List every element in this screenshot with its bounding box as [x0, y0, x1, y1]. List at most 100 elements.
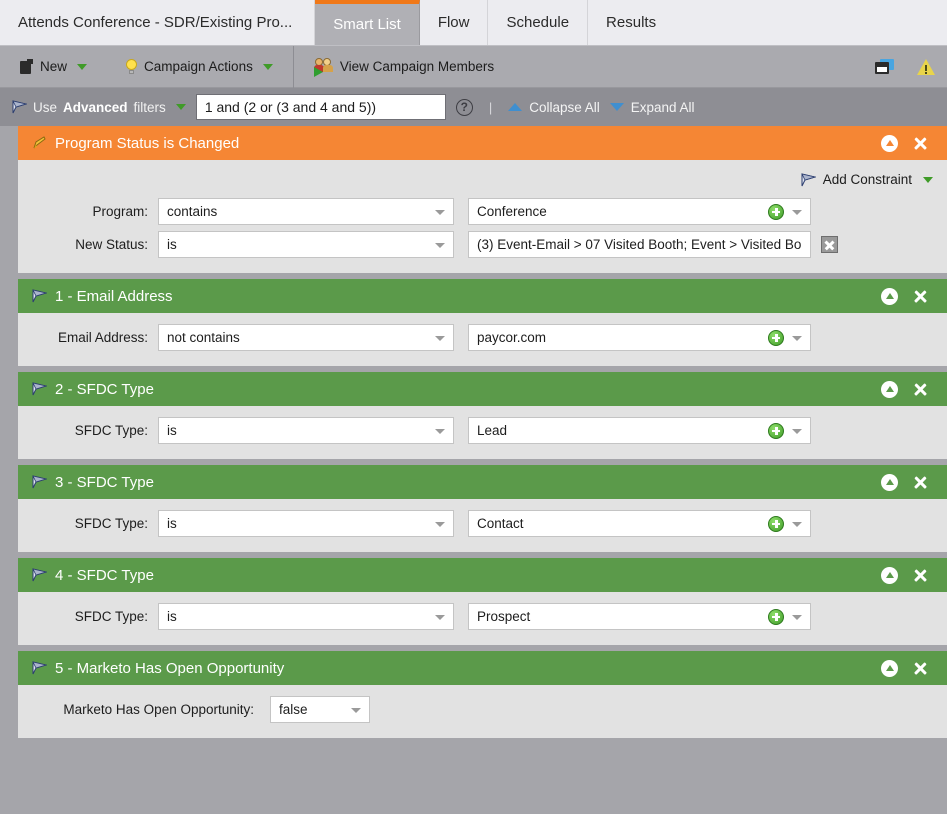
funnel-filter-icon	[12, 100, 27, 114]
filter-3-row: SFDC Type: is Contact	[18, 507, 947, 540]
campaign-actions-button[interactable]: Campaign Actions	[119, 58, 279, 75]
help-icon[interactable]: ?	[455, 98, 473, 116]
chevron-down-icon	[435, 614, 445, 620]
main-toolbar: New Campaign Actions View Campaign Membe…	[0, 45, 947, 88]
add-constraint-row: Add Constraint	[18, 168, 947, 195]
trigger-panel-body: Add Constraint Program: contains Confere…	[18, 160, 947, 273]
tab-label: Attends Conference - SDR/Existing Pro...	[18, 14, 293, 31]
collapse-all-button[interactable]: Collapse All	[508, 100, 600, 115]
use-advanced-filters-toggle[interactable]: Use Advanced filters	[12, 100, 186, 115]
close-icon[interactable]	[912, 288, 929, 305]
lightbulb-icon	[125, 58, 138, 75]
filter-5-header[interactable]: 5 - Marketo Has Open Opportunity	[18, 651, 947, 685]
filter-4-value-select[interactable]: Prospect	[468, 603, 811, 630]
filter-3-header[interactable]: 3 - SFDC Type	[18, 465, 947, 499]
tab-results[interactable]: Results	[588, 0, 675, 45]
chevron-down-icon	[435, 428, 445, 434]
add-constraint-button[interactable]: Add Constraint	[800, 172, 933, 187]
field-value: Contact	[477, 516, 524, 531]
expand-all-button[interactable]: Expand All	[609, 100, 695, 115]
field-label: SFDC Type:	[74, 516, 148, 531]
filter-2-actions	[881, 380, 937, 398]
program-value-select[interactable]: Conference	[468, 198, 811, 225]
add-value-icon[interactable]	[768, 422, 784, 439]
move-up-button[interactable]	[881, 659, 898, 677]
move-up-button[interactable]	[881, 134, 898, 152]
chevron-down-icon[interactable]	[77, 63, 88, 70]
add-value-icon[interactable]	[768, 329, 784, 346]
filter-4-header[interactable]: 4 - SFDC Type	[18, 558, 947, 592]
move-up-button[interactable]	[881, 380, 898, 398]
close-icon[interactable]	[912, 135, 929, 152]
filter-4-operator-select[interactable]: is	[158, 603, 454, 630]
filter-2-row: SFDC Type: is Lead	[18, 414, 947, 447]
tab-flow[interactable]: Flow	[419, 0, 489, 45]
tab-campaign-title[interactable]: Attends Conference - SDR/Existing Pro...	[0, 0, 316, 45]
pencil-trigger-icon	[32, 136, 47, 150]
filter-title: 4 - SFDC Type	[55, 566, 154, 584]
operator-value: not contains	[167, 330, 240, 345]
filter-4-row: SFDC Type: is Prospect	[18, 600, 947, 633]
funnel-filter-icon	[32, 475, 47, 489]
new-status-value-field[interactable]: (3) Event-Email > 07 Visited Booth; Even…	[468, 231, 811, 258]
move-up-button[interactable]	[881, 287, 898, 305]
filter-1-operator-select[interactable]: not contains	[158, 324, 454, 351]
chevron-down-icon	[435, 521, 445, 527]
new-button-label: New	[40, 59, 68, 74]
new-button[interactable]: New	[14, 59, 93, 74]
tab-schedule[interactable]: Schedule	[488, 0, 589, 45]
chevron-down-icon[interactable]	[923, 176, 933, 183]
filter-3-actions	[881, 473, 937, 491]
filter-5-operator-select[interactable]: false	[270, 696, 370, 723]
trigger-panel-header[interactable]: Program Status is Changed	[18, 126, 947, 160]
filter-1-header[interactable]: 1 - Email Address	[18, 279, 947, 313]
program-operator-select[interactable]: contains	[158, 198, 454, 225]
operator-value: is	[167, 423, 177, 438]
window-panel-icon[interactable]	[875, 58, 895, 75]
operator-value: false	[279, 702, 308, 717]
funnel-filter-icon	[32, 382, 47, 396]
filter-5-row: Marketo Has Open Opportunity: false	[18, 693, 947, 726]
trigger-panel-actions	[881, 134, 937, 152]
field-value: (3) Event-Email > 07 Visited Booth; Even…	[477, 237, 802, 252]
field-label: New Status:	[75, 237, 148, 252]
move-up-button[interactable]	[881, 473, 898, 491]
field-value: Prospect	[477, 609, 531, 624]
move-up-button[interactable]	[881, 566, 898, 584]
clear-value-icon[interactable]	[821, 236, 838, 253]
chevron-down-icon[interactable]	[262, 63, 273, 70]
filter-2-body: SFDC Type: is Lead	[18, 406, 947, 459]
filter-3-operator-select[interactable]: is	[158, 510, 454, 537]
new-status-operator-select[interactable]: is	[158, 231, 454, 258]
chevron-down-icon	[792, 428, 802, 434]
tab-smart-list[interactable]: Smart List	[315, 0, 420, 45]
chevron-down-icon[interactable]	[175, 104, 186, 110]
advanced-filter-expression-input[interactable]: 1 and (2 or (3 and 4 and 5))	[195, 94, 446, 120]
filter-2-operator-select[interactable]: is	[158, 417, 454, 444]
filter-panel-1: 1 - Email Address Email Address: not con…	[18, 279, 947, 366]
add-value-icon[interactable]	[768, 515, 784, 532]
filter-2-header[interactable]: 2 - SFDC Type	[18, 372, 947, 406]
add-value-icon[interactable]	[768, 608, 784, 625]
filter-1-value-select[interactable]: paycor.com	[468, 324, 811, 351]
field-value: Lead	[477, 423, 508, 438]
filters-text: filters	[133, 99, 166, 115]
filter-2-value-select[interactable]: Lead	[468, 417, 811, 444]
tab-label: Schedule	[506, 14, 570, 31]
chevron-down-icon	[792, 209, 802, 215]
toolbar-group-right	[875, 58, 947, 75]
close-icon[interactable]	[912, 567, 929, 584]
chevron-down-icon	[792, 614, 802, 620]
close-icon[interactable]	[912, 660, 929, 677]
field-label: Email Address:	[57, 330, 148, 345]
operator-value: is	[167, 609, 177, 624]
add-value-icon[interactable]	[768, 203, 784, 220]
warning-triangle-icon[interactable]	[917, 58, 935, 75]
filter-4-body: SFDC Type: is Prospect	[18, 592, 947, 645]
tab-label: Results	[606, 14, 657, 31]
close-icon[interactable]	[912, 381, 929, 398]
close-icon[interactable]	[912, 474, 929, 491]
filter-3-value-select[interactable]: Contact	[468, 510, 811, 537]
view-campaign-members-button[interactable]: View Campaign Members	[308, 58, 500, 77]
filter-5-body: Marketo Has Open Opportunity: false	[18, 685, 947, 738]
